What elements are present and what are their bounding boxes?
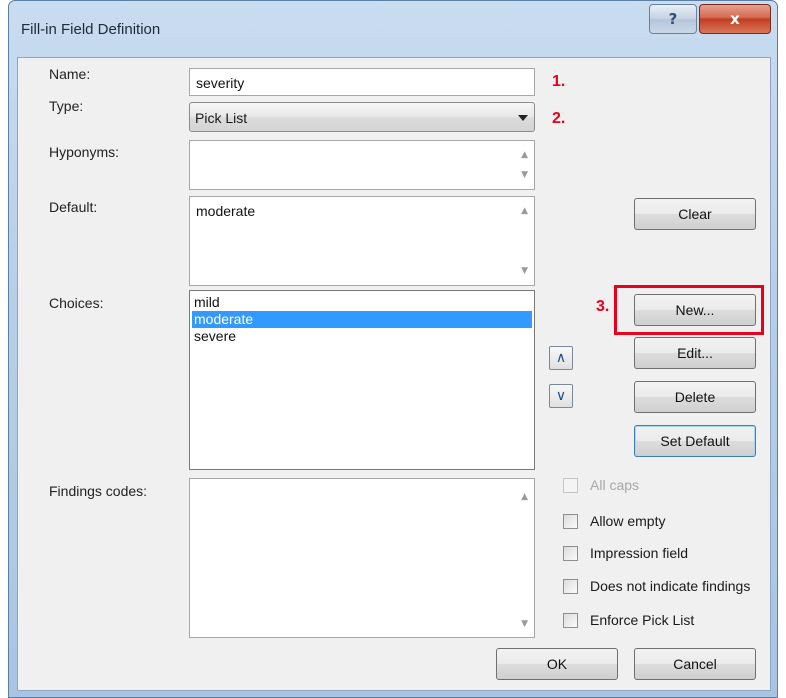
checkbox-label: Impression field (590, 545, 689, 561)
move-up-button[interactable]: ∧ (549, 346, 573, 370)
scroll-up-icon[interactable]: ▲ (521, 492, 528, 502)
scroll-up-icon[interactable]: ▲ (521, 150, 528, 160)
checkbox-row[interactable]: Does not indicate findings (563, 577, 750, 595)
close-button[interactable]: x (699, 4, 771, 34)
choices-listbox[interactable]: mild moderate severe (189, 290, 535, 470)
ok-button[interactable]: OK (496, 648, 618, 680)
checkbox-row[interactable]: Allow empty (563, 512, 665, 530)
clear-button[interactable]: Clear (634, 198, 756, 230)
scroll-down-icon[interactable]: ▼ (521, 170, 528, 180)
name-label: Name: (49, 66, 91, 82)
step-3-highlight (614, 285, 764, 335)
close-icon: x (730, 10, 740, 28)
cancel-button[interactable]: Cancel (634, 648, 756, 680)
chevron-down-icon: ∨ (555, 388, 567, 404)
checkbox-label: Allow empty (590, 513, 666, 529)
checkbox (563, 477, 578, 493)
choice-list-item[interactable]: mild (192, 294, 532, 311)
default-label: Default: (49, 199, 98, 215)
step-3-marker: 3. (596, 298, 610, 315)
edit-choice-button[interactable]: Edit... (634, 337, 756, 369)
checkbox[interactable] (563, 513, 578, 529)
checkbox-label: Enforce Pick List (590, 612, 695, 628)
scroll-down-icon[interactable]: ▼ (521, 266, 528, 276)
checkbox-label: Does not indicate findings (590, 578, 751, 594)
help-button[interactable]: ? (649, 4, 697, 34)
hyponyms-label: Hyponyms: (49, 144, 120, 160)
choices-label: Choices: (49, 295, 104, 311)
window-title: Fill-in Field Definition (21, 21, 161, 38)
scroll-down-icon[interactable]: ▼ (521, 619, 528, 629)
dialog-window: Fill-in Field Definition ? x Name: sever… (8, 0, 778, 698)
default-value: moderate (196, 203, 256, 219)
choice-list-item[interactable]: severe (192, 328, 532, 345)
scroll-up-icon[interactable]: ▲ (521, 206, 528, 216)
hyponyms-textarea[interactable]: ▲ ▼ (189, 140, 535, 190)
findings-codes-label: Findings codes: (49, 483, 148, 499)
checkbox[interactable] (563, 578, 578, 594)
findings-codes-textarea[interactable]: ▲ ▼ (189, 478, 535, 638)
checkbox-row: All caps (563, 476, 639, 494)
move-down-button[interactable]: ∨ (549, 384, 573, 408)
delete-choice-button[interactable]: Delete (634, 381, 756, 413)
default-textarea[interactable]: moderate ▲ ▼ (189, 196, 535, 286)
name-input-value: severity (196, 75, 245, 91)
step-2-marker: 2. (552, 110, 566, 127)
type-select-value: Pick List (195, 110, 248, 126)
chevron-down-icon (518, 115, 528, 121)
help-icon: ? (668, 10, 678, 28)
step-1-marker: 1. (552, 73, 566, 90)
checkbox-row[interactable]: Enforce Pick List (563, 611, 694, 629)
set-default-button[interactable]: Set Default (634, 425, 756, 457)
title-bar[interactable]: Fill-in Field Definition ? x (9, 1, 777, 57)
checkbox-row[interactable]: Impression field (563, 544, 688, 562)
type-label: Type: (49, 98, 84, 114)
choice-list-item[interactable]: moderate (192, 311, 532, 328)
dialog-body: Name: severity 1. Type: Pick List 2. Hyp… (17, 57, 771, 691)
checkbox[interactable] (563, 545, 578, 561)
checkbox-label: All caps (590, 477, 640, 493)
type-select[interactable]: Pick List (189, 102, 535, 132)
name-input[interactable]: severity (189, 68, 535, 96)
checkbox[interactable] (563, 612, 578, 628)
chevron-up-icon: ∧ (555, 350, 567, 366)
